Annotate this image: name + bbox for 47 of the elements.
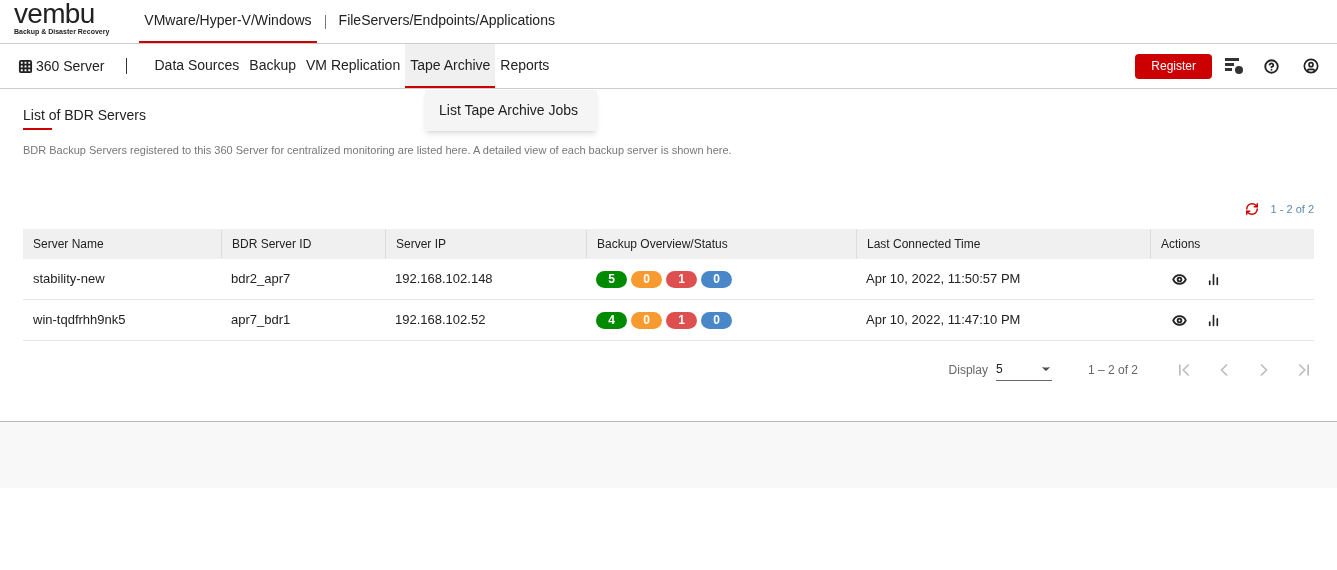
nav-tab[interactable]: Backup bbox=[244, 44, 301, 88]
column-header: Server Name bbox=[32, 236, 105, 253]
home-link[interactable]: 360 Server bbox=[18, 55, 105, 77]
bar-chart-icon[interactable] bbox=[1207, 272, 1220, 286]
record-count: 1 - 2 of 2 bbox=[1270, 201, 1314, 217]
status-count-pill: 4 bbox=[596, 311, 627, 329]
help-icon[interactable] bbox=[1264, 58, 1279, 74]
table-cell-text: Apr 10, 2022, 11:47:10 PM bbox=[865, 311, 1022, 330]
table-cell-text: apr7_bdr1 bbox=[230, 311, 292, 330]
table-cell-text: stability-new bbox=[32, 270, 106, 289]
table-cell-text: 192.168.102.52 bbox=[394, 311, 487, 330]
view-icon[interactable] bbox=[1172, 312, 1187, 328]
nav-tab[interactable]: Tape Archive bbox=[405, 44, 496, 88]
table-cell-text: 192.168.102.148 bbox=[394, 270, 494, 289]
page-description: BDR Backup Servers registered to this 360 Server for centralized monitoring are listed here. A detailed view of each backup server is shown here. bbox=[23, 143, 733, 158]
product-tab[interactable]: VMware/Hyper-V/Windows bbox=[139, 0, 317, 43]
status-count-pill: 1 bbox=[666, 270, 697, 288]
status-count-pill: 1 bbox=[666, 311, 697, 329]
logo-wordmark: vembu bbox=[14, 0, 96, 27]
table-cell-text: win-tqdfrhh9nk5 bbox=[32, 311, 127, 330]
column-header: Last Connected Time bbox=[856, 229, 1150, 259]
menu-item[interactable]: List Tape Archive Jobs bbox=[425, 100, 597, 121]
status-count-pill: 0 bbox=[631, 270, 662, 288]
view-icon[interactable] bbox=[1172, 271, 1187, 287]
column-header: Backup Overview/Status bbox=[586, 229, 856, 259]
status-count-pill: 0 bbox=[631, 311, 662, 329]
page-title: List of BDR Servers bbox=[23, 105, 146, 130]
status-count-pill: 5 bbox=[596, 270, 627, 288]
nav-tab[interactable]: Reports bbox=[495, 44, 555, 88]
column-header: BDR Server ID bbox=[221, 229, 385, 259]
nav-tab[interactable]: Data Sources bbox=[149, 44, 245, 88]
product-tab[interactable]: FileServers/Endpoints/Applications bbox=[333, 0, 560, 43]
register-button[interactable]: Register bbox=[1135, 53, 1212, 79]
grid-icon bbox=[18, 58, 33, 74]
column-header: Server IP bbox=[385, 229, 586, 259]
nav-tab[interactable]: VM Replication bbox=[301, 44, 406, 88]
table-cell-text: Apr 10, 2022, 11:50:57 PM bbox=[865, 270, 1022, 289]
status-count-pill: 0 bbox=[701, 311, 732, 329]
page-size-select[interactable]: 5 bbox=[995, 359, 1052, 381]
table-cell-text: bdr2_apr7 bbox=[230, 270, 292, 289]
status-count-pill: 0 bbox=[701, 270, 732, 288]
display-label: Display bbox=[948, 362, 988, 379]
refresh-icon[interactable] bbox=[1244, 201, 1259, 216]
column-header: Actions bbox=[1150, 229, 1314, 259]
bar-chart-icon[interactable] bbox=[1207, 313, 1220, 327]
user-icon[interactable] bbox=[1303, 58, 1319, 74]
page-range: 1 – 2 of 2 bbox=[1087, 362, 1138, 379]
